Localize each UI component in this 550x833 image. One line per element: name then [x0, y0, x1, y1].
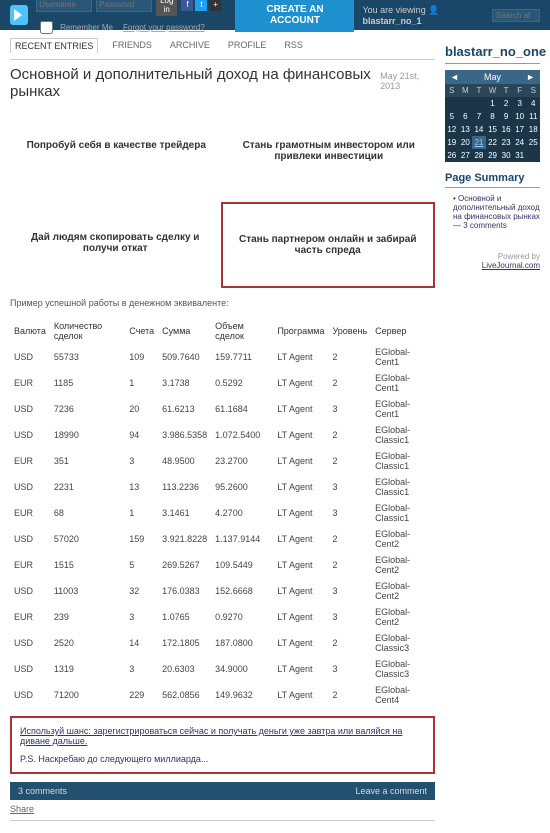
lj-logo[interactable] [10, 5, 28, 25]
callout-box: Используй шанс: зарегистрироваться сейча… [10, 716, 435, 774]
cal-day: 19 [445, 136, 459, 149]
login-button[interactable]: Log in [156, 0, 177, 16]
table-row: EUR23931.07650.9270LT Agent3EGlobal-Cent… [10, 604, 435, 630]
remember-label: Remember Me [60, 23, 113, 32]
blog-username[interactable]: blastarr_no_one [445, 44, 540, 64]
cal-day[interactable]: 21 [472, 136, 486, 149]
cal-day: 27 [459, 149, 473, 162]
cal-day: 26 [445, 149, 459, 162]
col-header: Объем сделок [211, 318, 273, 344]
table-row: USD570201593.921.82281.137.9144LT Agent2… [10, 526, 435, 552]
cal-day: 1 [486, 97, 500, 110]
share-link[interactable]: Share [10, 804, 34, 814]
cal-day: 20 [459, 136, 473, 149]
cal-day: 14 [472, 123, 486, 136]
twitter-icon[interactable]: t [195, 0, 207, 11]
cal-day: 2 [499, 97, 513, 110]
summary-item[interactable]: Основной и дополнительный доход на финан… [445, 192, 540, 232]
cal-day: 10 [513, 110, 527, 123]
username-field[interactable] [36, 0, 92, 12]
cal-day: 9 [499, 110, 513, 123]
cal-day: 8 [486, 110, 500, 123]
col-header: Количество сделок [50, 318, 125, 344]
cal-day: 29 [486, 149, 500, 162]
table-row: USD1100332176.0383152.6668LT Agent3EGlob… [10, 578, 435, 604]
tab-rss[interactable]: RSS [280, 38, 307, 53]
cal-day: 13 [459, 123, 473, 136]
table-row: EUR6813.14614.2700LT Agent3EGlobal-Class… [10, 500, 435, 526]
search-input[interactable] [492, 9, 540, 22]
table-row: EUR118513.17380.5292LT Agent2EGlobal-Cen… [10, 370, 435, 396]
cal-day [459, 97, 473, 110]
cal-day: 18 [526, 123, 540, 136]
tab-profile[interactable]: PROFILE [224, 38, 271, 53]
viewing-label: You are viewing 👤 blastarr_no_1 [362, 5, 482, 26]
tab-friends[interactable]: FRIENDS [108, 38, 156, 53]
promo-cell-highlighted[interactable]: Стань партнером онлайн и забирай часть с… [221, 202, 436, 288]
table-row: USD252014172.1805187.0800LT Agent2EGloba… [10, 630, 435, 656]
cal-day: 30 [499, 149, 513, 162]
cal-day [472, 97, 486, 110]
tab-recent-entries[interactable]: RECENT ENTRIES [10, 38, 98, 53]
cal-day: 28 [472, 149, 486, 162]
nav-tabs: RECENT ENTRIES FRIENDS ARCHIVE PROFILE RSS [10, 34, 435, 57]
more-icon[interactable]: + [209, 0, 221, 11]
cal-next[interactable]: ► [523, 72, 538, 82]
col-header: Сумма [158, 318, 211, 344]
col-header: Счета [125, 318, 158, 344]
cal-day: 24 [513, 136, 527, 149]
cal-day: 11 [526, 110, 540, 123]
table-row: USD72362061.621361.1684LT Agent3EGlobal-… [10, 396, 435, 422]
calendar-widget: ◄ May ► SMTWTFS 123456789101112131415161… [445, 70, 540, 162]
leave-comment-link[interactable]: Leave a comment [355, 786, 427, 796]
forgot-password-link[interactable]: Forgot your password? [123, 23, 205, 32]
col-header: Программа [273, 318, 328, 344]
password-field[interactable] [96, 0, 152, 12]
table-row: USD18990943.986.53581.072.5400LT Agent2E… [10, 422, 435, 448]
facebook-icon[interactable]: f [181, 0, 193, 11]
table-caption: Пример успешной работы в денежном эквива… [10, 298, 435, 308]
remember-checkbox[interactable] [40, 21, 53, 34]
table-row: EUR15155269.5267109.5449LT Agent2EGlobal… [10, 552, 435, 578]
cal-day [526, 149, 540, 162]
cal-month: May [481, 72, 504, 82]
cal-day: 3 [513, 97, 527, 110]
cal-day [445, 97, 459, 110]
cal-day: 4 [526, 97, 540, 110]
cal-day: 12 [445, 123, 459, 136]
create-account-button[interactable]: CREATE AN ACCOUNT [235, 0, 354, 32]
cal-day: 16 [499, 123, 513, 136]
trades-table: ВалютаКоличество сделокСчетаСуммаОбъем с… [10, 318, 435, 708]
post-title: Основной и дополнительный доход на финан… [10, 66, 380, 100]
powered-by: Powered by LiveJournal.com [445, 252, 540, 270]
page-summary-title: Page Summary [445, 172, 540, 188]
cal-day: 23 [499, 136, 513, 149]
table-row: USD1319320.630334.9000LT Agent3EGlobal-C… [10, 656, 435, 682]
comments-link[interactable]: 3 comments [18, 786, 67, 796]
col-header: Уровень [328, 318, 371, 344]
cal-day: 15 [486, 123, 500, 136]
promo-cell[interactable]: Стань грамотным инвестором или привлеки … [223, 110, 436, 192]
promo-cell[interactable]: Дай людям скопировать сделку и получи от… [10, 202, 221, 288]
cal-day: 25 [526, 136, 540, 149]
tab-archive[interactable]: ARCHIVE [166, 38, 214, 53]
cal-day: 5 [445, 110, 459, 123]
table-row: USD71200229562.0856149.9632LT Agent2EGlo… [10, 682, 435, 708]
cal-prev[interactable]: ◄ [447, 72, 462, 82]
cal-day: 6 [459, 110, 473, 123]
table-row: USD223113113.223695.2600LT Agent3EGlobal… [10, 474, 435, 500]
cal-day: 7 [472, 110, 486, 123]
col-header: Валюта [10, 318, 50, 344]
register-link[interactable]: Используй шанс: зарегистрироваться сейча… [20, 726, 402, 746]
col-header: Сервер [371, 318, 435, 344]
table-row: EUR351348.950023.2700LT Agent2EGlobal-Cl… [10, 448, 435, 474]
table-row: USD55733109509.7640159.7711LT Agent2EGlo… [10, 344, 435, 370]
cal-day: 31 [513, 149, 527, 162]
cal-day: 17 [513, 123, 527, 136]
promo-cell[interactable]: Попробуй себя в качестве трейдера [10, 110, 223, 192]
post-date: May 21st, 2013 [380, 71, 435, 91]
cal-day: 22 [486, 136, 500, 149]
